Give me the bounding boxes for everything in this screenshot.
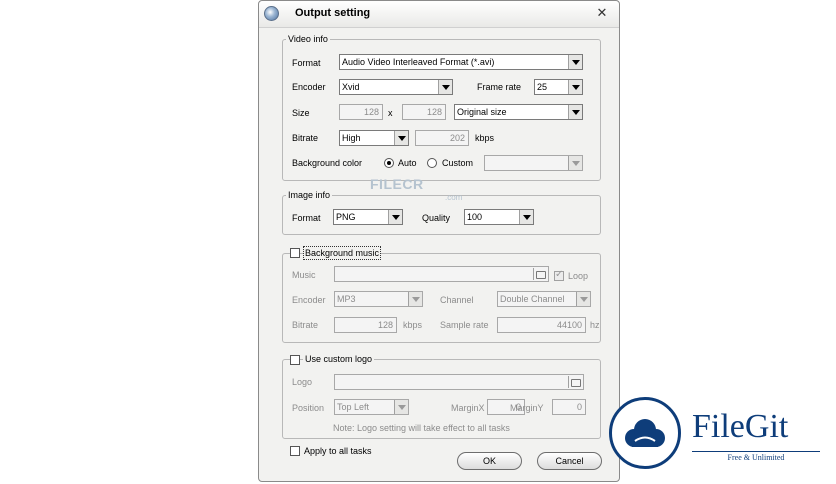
margin-y-field[interactable]: 0 bbox=[552, 399, 586, 415]
filegit-tagline: Free & Unlimited bbox=[692, 451, 820, 462]
music-bitrate-unit: kbps bbox=[403, 320, 423, 330]
music-encoder-select[interactable]: MP3 bbox=[334, 291, 423, 307]
video-format-select[interactable]: Audio Video Interleaved Format (*.avi) bbox=[339, 54, 583, 70]
video-bitrate-select[interactable]: High bbox=[339, 130, 409, 146]
video-bitrate-unit: kbps bbox=[475, 133, 495, 143]
height-field[interactable]: 128 bbox=[402, 104, 446, 120]
video-bitrate-label: Bitrate bbox=[292, 133, 319, 143]
bg-color-select[interactable] bbox=[484, 155, 583, 171]
background-music-checkbox[interactable] bbox=[290, 248, 300, 258]
channel-select[interactable]: Double Channel bbox=[497, 291, 591, 307]
cancel-button[interactable]: Cancel bbox=[537, 452, 602, 470]
margin-x-label: MarginX bbox=[451, 403, 485, 413]
size-preset-value: Original size bbox=[457, 107, 507, 117]
sample-rate-value: 44100 bbox=[556, 320, 582, 330]
video-format-label: Format bbox=[292, 58, 321, 68]
image-format-label: Format bbox=[292, 213, 321, 223]
chevron-down-icon[interactable] bbox=[388, 210, 402, 224]
video-bitrate-number: 202 bbox=[449, 133, 465, 143]
chevron-down-icon[interactable] bbox=[568, 156, 582, 170]
chevron-down-icon[interactable] bbox=[394, 400, 408, 414]
chevron-down-icon[interactable] bbox=[568, 105, 582, 119]
margin-y-value: 0 bbox=[576, 402, 582, 412]
sample-rate-field[interactable]: 44100 bbox=[497, 317, 586, 333]
chevron-down-icon[interactable] bbox=[519, 210, 533, 224]
chevron-down-icon[interactable] bbox=[568, 80, 582, 94]
position-value: Top Left bbox=[337, 402, 370, 412]
chevron-down-icon[interactable] bbox=[408, 292, 422, 306]
image-format-value: PNG bbox=[336, 212, 356, 222]
size-x-label: x bbox=[388, 108, 393, 118]
chevron-down-icon[interactable] bbox=[568, 55, 582, 69]
music-label: Music bbox=[292, 270, 316, 280]
frame-rate-select[interactable]: 25 bbox=[534, 79, 583, 95]
image-info-legend: Image info bbox=[286, 190, 333, 201]
logo-note: Note: Logo setting will take effect to a… bbox=[333, 423, 510, 433]
filegit-wordmark: FileGit bbox=[692, 408, 789, 445]
output-setting-dialog: Output setting ✕ Video info Format Audio… bbox=[258, 0, 620, 482]
background-music-label[interactable]: Background music bbox=[303, 246, 382, 260]
custom-logo-label[interactable]: Use custom logo bbox=[303, 353, 375, 365]
frame-rate-label: Frame rate bbox=[477, 82, 522, 92]
margin-y-label: MarginY bbox=[510, 403, 544, 413]
video-bitrate-value: High bbox=[342, 133, 361, 143]
bg-auto-label: Auto bbox=[398, 158, 417, 168]
bg-custom-radio[interactable] bbox=[427, 158, 437, 168]
custom-logo-checkbox[interactable] bbox=[290, 355, 300, 365]
filegit-logo-icon bbox=[609, 397, 681, 469]
dialog-title: Output setting bbox=[295, 7, 371, 19]
chevron-down-icon[interactable] bbox=[438, 80, 452, 94]
width-value: 128 bbox=[363, 107, 379, 117]
music-encoder-label: Encoder bbox=[292, 295, 326, 305]
quality-select[interactable]: 100 bbox=[464, 209, 534, 225]
quality-label: Quality bbox=[422, 213, 451, 223]
video-format-value: Audio Video Interleaved Format (*.avi) bbox=[342, 57, 495, 67]
sample-rate-unit: hz bbox=[590, 320, 600, 330]
folder-icon[interactable] bbox=[533, 268, 547, 280]
height-value: 128 bbox=[426, 107, 442, 117]
loop-checkbox[interactable] bbox=[554, 269, 564, 281]
logo-label: Logo bbox=[292, 377, 313, 387]
music-encoder-value: MP3 bbox=[337, 294, 356, 304]
title-bar[interactable]: Output setting ✕ bbox=[259, 1, 619, 28]
video-encoder-value: Xvid bbox=[342, 82, 360, 92]
video-info-legend: Video info bbox=[286, 34, 330, 45]
video-bitrate-field[interactable]: 202 bbox=[415, 130, 469, 146]
position-label: Position bbox=[292, 403, 325, 413]
size-label: Size bbox=[292, 108, 310, 118]
bg-color-label: Background color bbox=[292, 158, 363, 168]
channel-value: Double Channel bbox=[500, 294, 565, 304]
loop-label: Loop bbox=[568, 271, 589, 281]
filecr-watermark-sub: .com bbox=[445, 193, 463, 202]
logo-file-field[interactable] bbox=[334, 374, 584, 390]
filecr-watermark: FILECR bbox=[370, 176, 424, 192]
video-encoder-select[interactable]: Xvid bbox=[339, 79, 453, 95]
bg-auto-radio[interactable] bbox=[384, 158, 394, 168]
music-bitrate-label: Bitrate bbox=[292, 320, 319, 330]
video-encoder-label: Encoder bbox=[292, 82, 326, 92]
quality-value: 100 bbox=[467, 212, 483, 222]
apply-all-checkbox[interactable] bbox=[290, 446, 300, 456]
ok-button[interactable]: OK bbox=[457, 452, 522, 470]
image-format-select[interactable]: PNG bbox=[333, 209, 403, 225]
music-file-field[interactable] bbox=[334, 266, 549, 282]
music-bitrate-field[interactable]: 128 bbox=[334, 317, 397, 333]
chevron-down-icon[interactable] bbox=[576, 292, 590, 306]
frame-rate-value: 25 bbox=[537, 82, 548, 92]
music-bitrate-value: 128 bbox=[377, 320, 393, 330]
width-field[interactable]: 128 bbox=[339, 104, 383, 120]
size-preset-select[interactable]: Original size bbox=[454, 104, 583, 120]
close-icon[interactable]: ✕ bbox=[594, 5, 610, 21]
channel-label: Channel bbox=[440, 295, 474, 305]
apply-all-label: Apply to all tasks bbox=[304, 446, 372, 456]
sample-rate-label: Sample rate bbox=[440, 320, 489, 330]
position-select[interactable]: Top Left bbox=[334, 399, 409, 415]
folder-icon[interactable] bbox=[568, 376, 582, 388]
chevron-down-icon[interactable] bbox=[394, 131, 408, 145]
app-icon bbox=[264, 6, 279, 21]
bg-custom-label: Custom bbox=[442, 158, 474, 168]
